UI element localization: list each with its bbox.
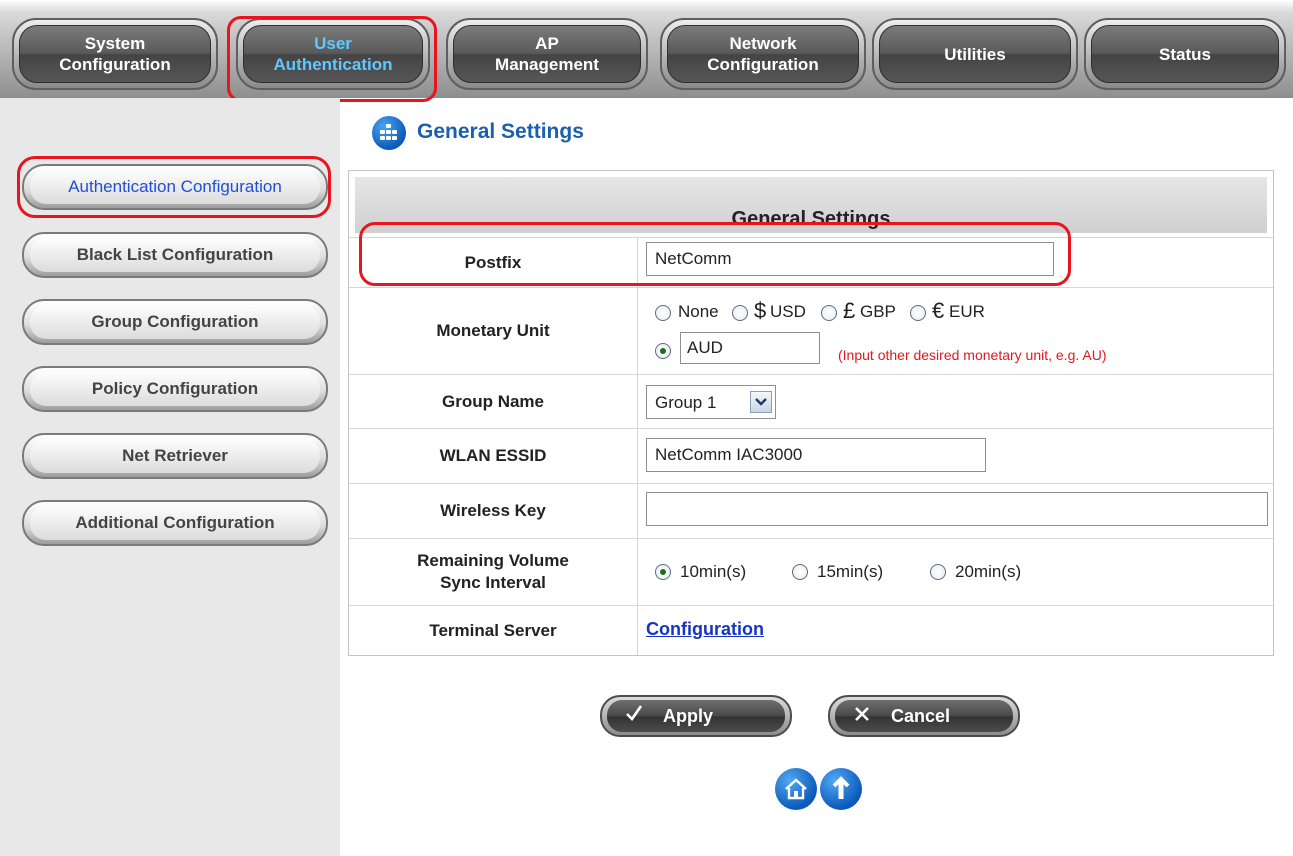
sync-15min-label: 15min(s) (817, 562, 884, 581)
monetary-usd-radio[interactable] (732, 305, 748, 321)
tab-label: AP Management (495, 34, 599, 74)
tab-label: System Configuration (59, 34, 171, 74)
monetary-none-label: None (678, 302, 719, 321)
panel-header: General Settings (355, 177, 1267, 233)
tab-label: Network Configuration (707, 34, 819, 74)
sidebar-item-black-list-configuration[interactable]: Black List Configuration (22, 232, 328, 278)
sidebar-item-policy-configuration[interactable]: Policy Configuration (22, 366, 328, 412)
chevron-down-icon[interactable] (750, 391, 772, 413)
apply-label: Apply (663, 705, 714, 726)
monetary-hint: (Input other desired monetary unit, e.g.… (838, 347, 1107, 363)
home-icon[interactable] (775, 768, 817, 810)
group-name-value: Group 1 (655, 393, 717, 412)
sidebar-item-additional-configuration[interactable]: Additional Configuration (22, 500, 328, 546)
sidebar-item-label: Authentication Configuration (30, 170, 320, 204)
sync-interval-label: Remaining Volume Sync Interval (349, 539, 638, 605)
sidebar-item-label: Net Retriever (30, 439, 320, 473)
pound-symbol: £ (843, 298, 856, 323)
terminal-server-configuration-link[interactable]: Configuration (646, 619, 764, 640)
wireless-key-row: Wireless Key (349, 483, 1273, 538)
sidebar-item-net-retriever[interactable]: Net Retriever (22, 433, 328, 479)
monetary-other-radio[interactable] (655, 343, 671, 359)
wlan-essid-row: WLAN ESSID NetComm IAC3000 (349, 428, 1273, 483)
monetary-gbp-radio[interactable] (821, 305, 837, 321)
sync-20min-radio[interactable] (930, 564, 946, 580)
monetary-other-input[interactable]: AUD (680, 332, 820, 364)
sidebar-item-label: Black List Configuration (30, 238, 320, 272)
monetary-none-radio[interactable] (655, 305, 671, 321)
postfix-label: Postfix (349, 238, 638, 287)
terminal-server-label: Terminal Server (349, 606, 638, 655)
group-name-label: Group Name (349, 375, 638, 428)
sync-10min-radio[interactable] (655, 564, 671, 580)
monetary-gbp-label: GBP (860, 302, 896, 321)
sidebar-item-authentication-configuration[interactable]: Authentication Configuration (22, 164, 328, 210)
close-icon (849, 705, 875, 728)
tab-label: User Authentication (273, 34, 393, 74)
postfix-row: Postfix NetComm (349, 237, 1273, 287)
tab-label: Status (1159, 44, 1211, 64)
panel-title: General Settings (731, 208, 891, 230)
sync-15min-radio[interactable] (792, 564, 808, 580)
cancel-label: Cancel (891, 705, 951, 726)
apply-button[interactable]: Apply (600, 695, 792, 737)
monetary-eur-radio[interactable] (910, 305, 926, 321)
tab-utilities[interactable]: Utilities (872, 18, 1078, 90)
euro-symbol: € (932, 298, 945, 323)
monetary-usd-label: USD (770, 302, 806, 321)
sync-20min-label: 20min(s) (955, 562, 1022, 581)
group-name-select[interactable]: Group 1 (646, 385, 776, 419)
up-arrow-icon[interactable] (820, 768, 862, 810)
sync-interval-row: Remaining Volume Sync Interval 10min(s) … (349, 538, 1273, 605)
monetary-unit-label: Monetary Unit (349, 288, 638, 374)
wlan-essid-label: WLAN ESSID (349, 429, 638, 483)
postfix-input[interactable]: NetComm (646, 242, 1054, 276)
dollar-symbol: $ (754, 298, 767, 323)
top-navigation: System Configuration User Authentication… (0, 0, 1293, 98)
page-title: General Settings (417, 120, 584, 143)
wlan-essid-input[interactable]: NetComm IAC3000 (646, 438, 986, 472)
sidebar-item-group-configuration[interactable]: Group Configuration (22, 299, 328, 345)
monetary-eur-label: EUR (949, 302, 985, 321)
group-name-row: Group Name Group 1 (349, 374, 1273, 428)
tab-system-configuration[interactable]: System Configuration (12, 18, 218, 90)
sidebar-item-label: Group Configuration (30, 305, 320, 339)
tab-network-configuration[interactable]: Network Configuration (660, 18, 866, 90)
grid-globe-icon (372, 116, 406, 150)
wireless-key-input[interactable] (646, 492, 1268, 526)
sidebar-item-label: Additional Configuration (30, 506, 320, 540)
tab-user-authentication[interactable]: User Authentication (236, 18, 430, 90)
cancel-button[interactable]: Cancel (828, 695, 1020, 737)
sidebar-item-label: Policy Configuration (30, 372, 320, 406)
monetary-unit-row: Monetary Unit None $ USD £ GBP € EUR AUD… (349, 287, 1273, 374)
sync-10min-label: 10min(s) (680, 562, 747, 581)
tab-label: Utilities (944, 44, 1006, 64)
wireless-key-label: Wireless Key (349, 484, 638, 538)
check-icon (621, 704, 647, 728)
terminal-server-row: Terminal Server Configuration (349, 605, 1273, 655)
tab-ap-management[interactable]: AP Management (446, 18, 648, 90)
tab-status[interactable]: Status (1084, 18, 1286, 90)
